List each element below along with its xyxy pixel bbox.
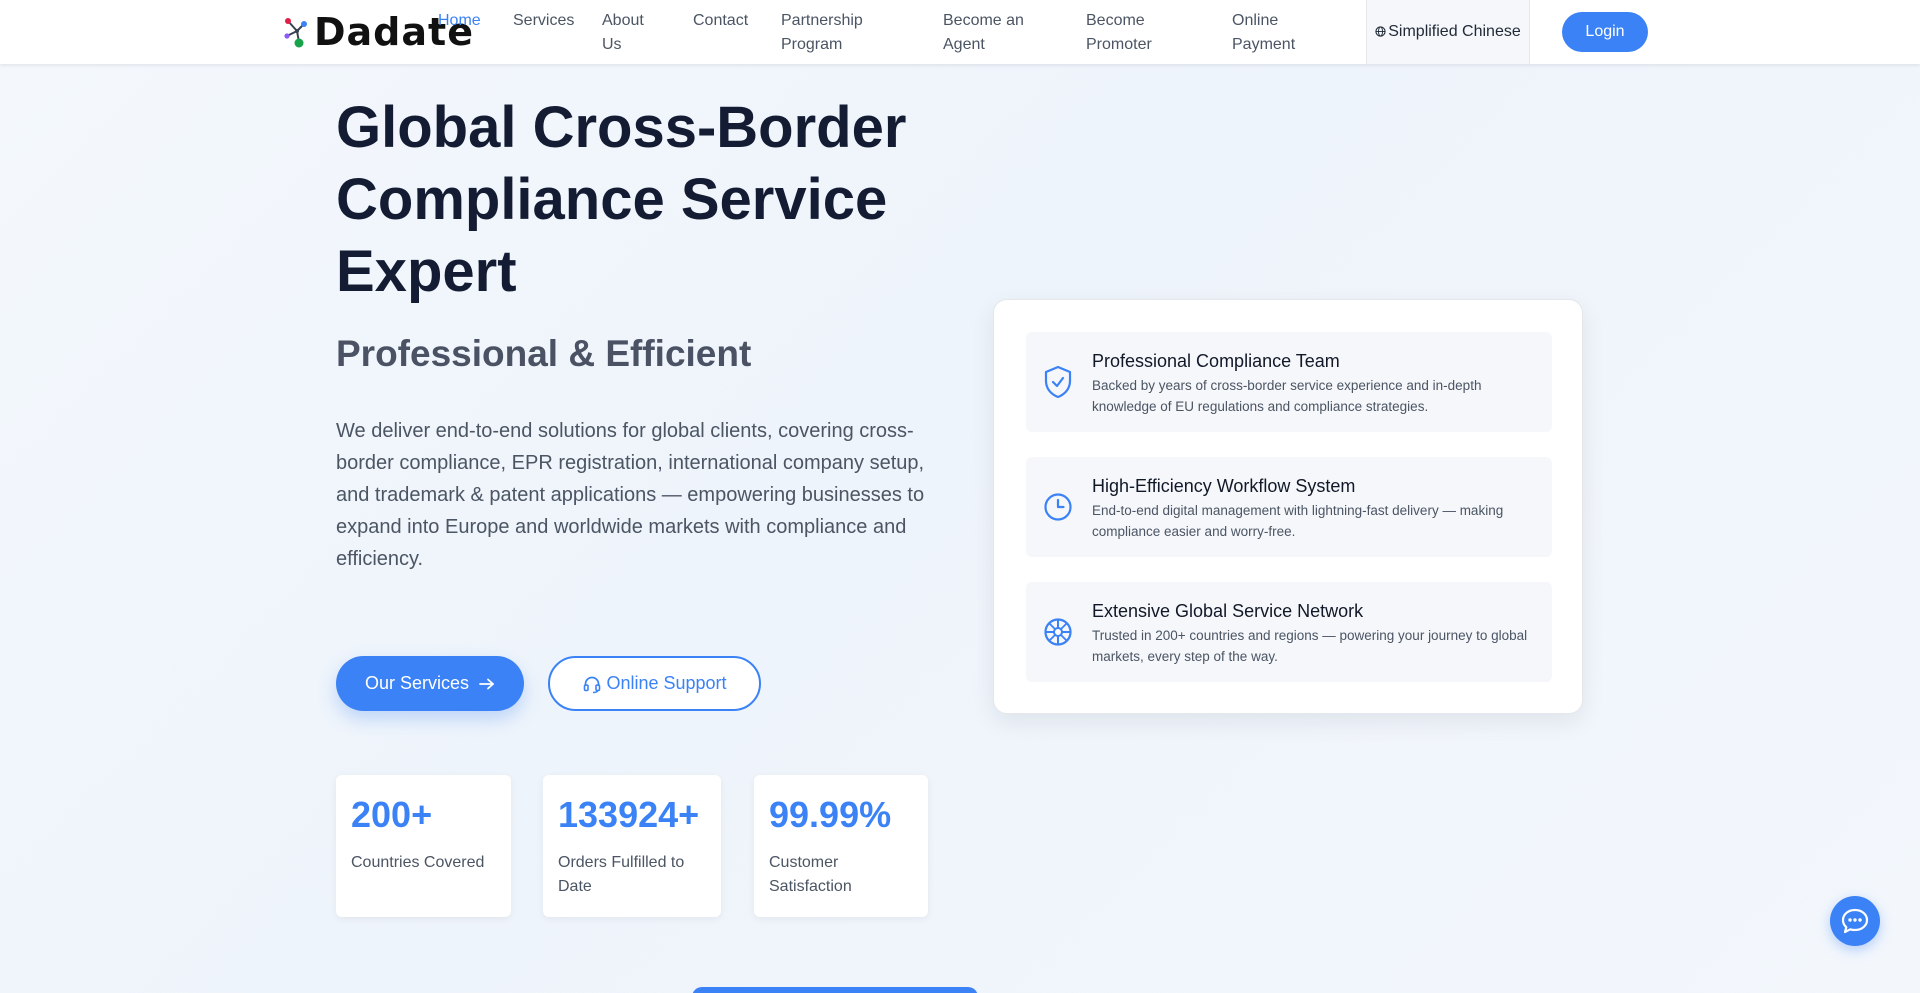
stat-label: Customer Satisfaction: [769, 854, 852, 895]
nav-item-online-payment[interactable]: Online Payment: [1232, 9, 1312, 57]
stat-value: 99.99%: [769, 794, 892, 835]
stat-value: 133924+: [558, 794, 700, 835]
hero-description: We deliver end-to-end solutions for glob…: [336, 420, 925, 570]
hero-subtitle: Professional & Efficient: [336, 333, 752, 374]
arrow-right-icon: [479, 678, 494, 689]
online-support-button[interactable]: Online Support: [548, 656, 761, 711]
our-services-button[interactable]: Our Services: [336, 656, 524, 711]
nav-item-services[interactable]: Services: [513, 9, 583, 33]
feature-title: High-Efficiency Workflow System: [1092, 476, 1356, 496]
feature-description: End-to-end digital management with light…: [1092, 503, 1504, 539]
stat-card-orders: 133924+ Orders Fulfilled to Date: [543, 775, 721, 917]
login-button[interactable]: Login: [1562, 12, 1648, 52]
stat-label: Orders Fulfilled to Date: [558, 854, 685, 895]
online-support-label: Online Support: [606, 673, 727, 693]
next-section-button-edge: [692, 987, 978, 993]
stat-value: 200+: [351, 794, 433, 835]
stat-card-satisfaction: 99.99% Customer Satisfaction: [754, 775, 928, 917]
feature-item-compliance-team: Professional Compliance Team Backed by y…: [1026, 332, 1552, 432]
features-card: Professional Compliance Team Backed by y…: [993, 299, 1583, 714]
hero-title: Global Cross-Border Compliance Service E…: [336, 95, 907, 304]
stat-card-countries: 200+ Countries Covered: [336, 775, 511, 917]
feature-item-global-network: Extensive Global Service Network Trusted…: [1026, 582, 1552, 682]
language-switcher[interactable]: Simplified Chinese: [1366, 0, 1530, 64]
nav-item-about-us[interactable]: About Us: [602, 9, 662, 57]
feature-title: Extensive Global Service Network: [1092, 601, 1364, 621]
chat-bubble-icon: [1841, 908, 1869, 934]
nav-item-become-promoter[interactable]: Become Promoter: [1086, 9, 1186, 57]
feature-description: Trusted in 200+ countries and regions — …: [1092, 628, 1528, 664]
headset-icon: [584, 676, 601, 693]
shield-check-icon: [1042, 364, 1074, 400]
globe-icon: [1375, 26, 1386, 37]
nav-item-contact[interactable]: Contact: [693, 9, 763, 33]
nav-item-home[interactable]: Home: [438, 9, 498, 33]
language-label: Simplified Chinese: [1388, 23, 1521, 40]
our-services-label: Our Services: [364, 673, 470, 693]
nav-item-become-an-agent[interactable]: Become an Agent: [943, 9, 1043, 57]
feature-description: Backed by years of cross-border service …: [1092, 378, 1482, 414]
nav-item-partnership-program[interactable]: Partnership Program: [781, 9, 891, 57]
feature-title: Professional Compliance Team: [1092, 351, 1340, 371]
stat-label: Countries Covered: [351, 854, 485, 871]
logo-mark-icon: [284, 18, 307, 48]
clock-icon: [1042, 489, 1074, 525]
site-header: Dadate Home Services About Us Contact Pa…: [0, 0, 1920, 64]
feature-item-workflow-system: High-Efficiency Workflow System End-to-e…: [1026, 457, 1552, 557]
chat-button[interactable]: [1830, 896, 1880, 946]
globe-network-icon: [1042, 614, 1074, 650]
